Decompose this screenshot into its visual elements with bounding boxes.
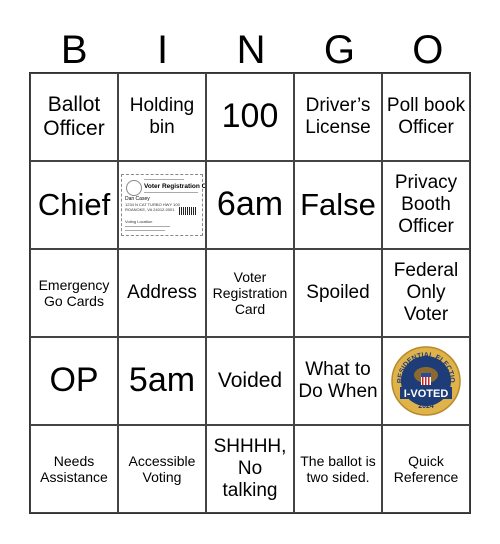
- bingo-cell[interactable]: Voided: [206, 337, 294, 425]
- bingo-cell-image[interactable]: Voter Registration Card Dan Casey 1234 N…: [118, 161, 206, 249]
- bingo-cell[interactable]: Driver’s License: [294, 73, 382, 161]
- bingo-cell[interactable]: What to Do When: [294, 337, 382, 425]
- i-voted-badge-icon: PRESIDENTIAL ELECTION I-VOTED 2024: [390, 345, 461, 416]
- header-letter-i: I: [157, 28, 169, 72]
- header-letter-b: B: [60, 28, 88, 72]
- barcode-icon: [179, 207, 197, 215]
- bingo-cell[interactable]: Privacy Booth Officer: [382, 161, 470, 249]
- svg-text:I-VOTED: I-VOTED: [404, 388, 449, 400]
- bingo-cell[interactable]: OP: [30, 337, 118, 425]
- bingo-cell[interactable]: 5am: [118, 337, 206, 425]
- voter-registration-card-image: Voter Registration Card Dan Casey 1234 N…: [121, 174, 205, 236]
- header-letter-n: N: [236, 28, 266, 72]
- header-letter-g: G: [323, 28, 355, 72]
- bingo-cell[interactable]: Accessible Voting: [118, 425, 206, 513]
- bingo-cell[interactable]: The ballot is two sided.: [294, 425, 382, 513]
- bingo-grid: Ballot Officer Holding bin 100 Driver’s …: [29, 72, 471, 514]
- bingo-cell[interactable]: Quick Reference: [382, 425, 470, 513]
- bingo-cell[interactable]: Address: [118, 249, 206, 337]
- bingo-cell[interactable]: Needs Assistance: [30, 425, 118, 513]
- bingo-cell[interactable]: Ballot Officer: [30, 73, 118, 161]
- bingo-cell-image[interactable]: PRESIDENTIAL ELECTION I-VOTED 2024: [382, 337, 470, 425]
- bingo-cell[interactable]: Federal Only Voter: [382, 249, 470, 337]
- bingo-cell[interactable]: Voter Registration Card: [206, 249, 294, 337]
- bingo-cell[interactable]: False: [294, 161, 382, 249]
- bingo-cell[interactable]: Chief: [30, 161, 118, 249]
- virginia-seal-icon: [126, 180, 142, 196]
- bingo-cell[interactable]: Spoiled: [294, 249, 382, 337]
- bingo-cell[interactable]: 6am: [206, 161, 294, 249]
- header-letter-o: O: [412, 28, 444, 72]
- bingo-header: B I N G O: [30, 28, 472, 72]
- bingo-cell[interactable]: 100: [206, 73, 294, 161]
- bingo-cell[interactable]: Poll book Officer: [382, 73, 470, 161]
- svg-text:2024: 2024: [418, 403, 434, 410]
- bingo-cell[interactable]: Holding bin: [118, 73, 206, 161]
- bingo-cell[interactable]: SHHHH, No talking: [206, 425, 294, 513]
- bingo-cell[interactable]: Emergency Go Cards: [30, 249, 118, 337]
